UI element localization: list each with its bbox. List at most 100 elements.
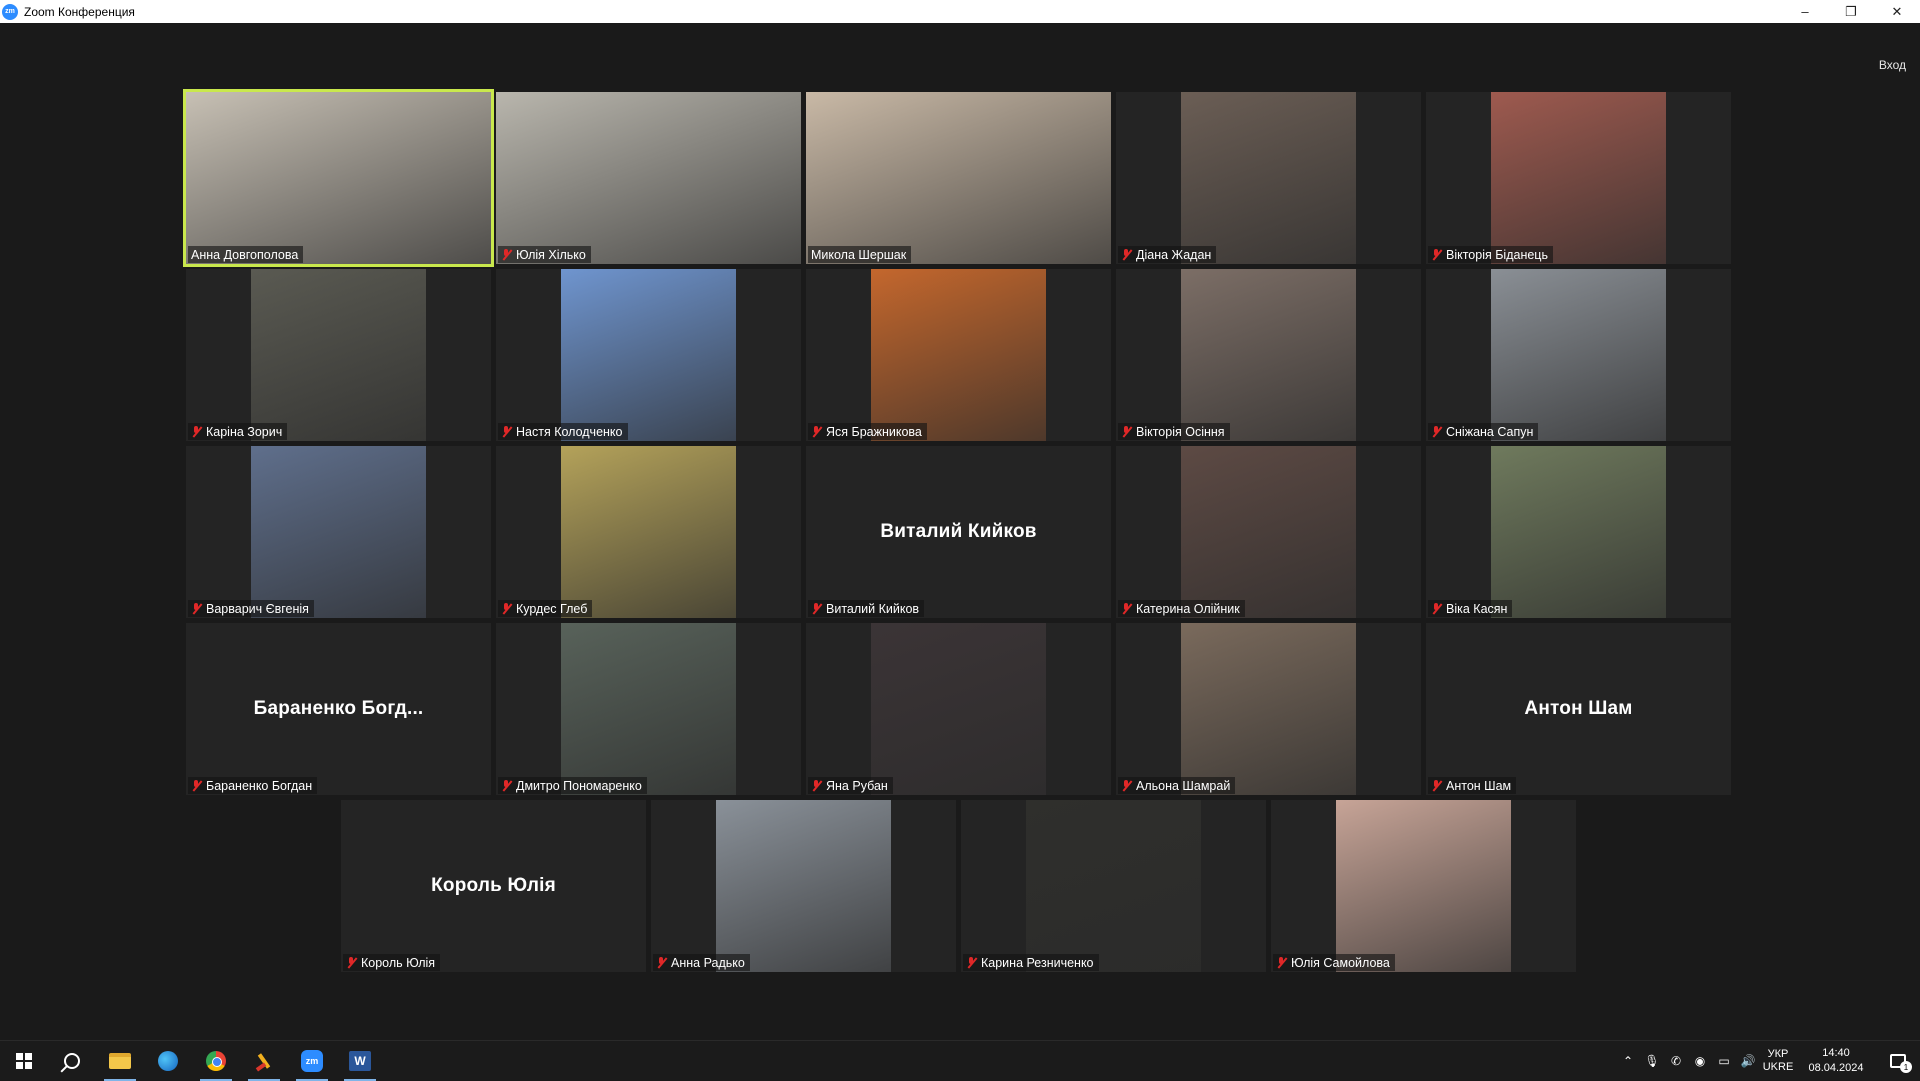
microphone-icon[interactable]: 🎙: [1640, 1041, 1664, 1081]
muted-mic-icon: [966, 956, 977, 969]
notifications-button[interactable]: 1: [1876, 1041, 1920, 1081]
participant-name: Альона Шамрай: [1136, 778, 1231, 793]
participant-tile[interactable]: Антон Шам Антон Шам: [1426, 623, 1731, 795]
participant-nameplate: Катерина Олійник: [1118, 600, 1245, 617]
taskbar-explorer-button[interactable]: [96, 1041, 144, 1081]
participant-nameplate: Бараненко Богдан: [188, 777, 318, 794]
muted-mic-icon: [1431, 779, 1442, 792]
participant-tile[interactable]: Анна Радько: [651, 800, 956, 972]
network-icon[interactable]: ▭: [1712, 1041, 1736, 1081]
participant-name: Курдес Глеб: [516, 601, 588, 616]
search-icon: [64, 1052, 80, 1069]
participant-nameplate: Виталий Кийков: [808, 600, 925, 617]
app-icon[interactable]: ◉: [1688, 1041, 1712, 1081]
participant-tile[interactable]: Яна Рубан: [806, 623, 1111, 795]
participant-tile[interactable]: Вікторія Біданець: [1426, 92, 1731, 264]
zoom-icon: zm: [301, 1049, 323, 1072]
participant-name: Бараненко Богдан: [206, 778, 313, 793]
participant-name: Король Юлія: [361, 955, 436, 970]
participant-tile[interactable]: Дмитро Пономаренко: [496, 623, 801, 795]
viber-icon[interactable]: ✆: [1664, 1041, 1688, 1081]
taskbar-word-button[interactable]: W: [336, 1041, 384, 1081]
participant-tile[interactable]: Юлія Хілько: [496, 92, 801, 264]
muted-mic-icon: [1121, 602, 1132, 615]
participant-video: [806, 92, 1111, 264]
participant-name: Діана Жадан: [1136, 247, 1212, 262]
taskbar-browser-button[interactable]: [144, 1041, 192, 1081]
participant-tile[interactable]: Діана Жадан: [1116, 92, 1421, 264]
participant-tile[interactable]: Настя Колодченко: [496, 269, 801, 441]
participant-name: Микола Шершак: [811, 247, 907, 262]
participant-tile[interactable]: Микола Шершак: [806, 92, 1111, 264]
clock[interactable]: 14:40 08.04.2024: [1796, 1046, 1876, 1076]
participant-nameplate: Король Юлія: [343, 954, 441, 971]
participant-video: [1491, 446, 1666, 618]
participant-video: [251, 269, 426, 441]
window-title-bar: zm Zoom Конференция – ❐ ✕: [0, 0, 1920, 23]
participant-tile[interactable]: Катерина Олійник: [1116, 446, 1421, 618]
participant-name: Катерина Олійник: [1136, 601, 1240, 616]
participant-tile[interactable]: Вікторія Осіння: [1116, 269, 1421, 441]
muted-mic-icon: [811, 425, 822, 438]
muted-mic-icon: [501, 779, 512, 792]
participant-display-name: Бараненко Богд...: [253, 698, 424, 719]
participant-tile[interactable]: Анна Довгополова: [183, 89, 494, 267]
edge-icon: [158, 1050, 178, 1071]
participant-tile[interactable]: Варварич Євгенія: [186, 446, 491, 618]
participant-tile[interactable]: Сніжана Сапун: [1426, 269, 1731, 441]
participant-tile[interactable]: Юлія Самойлова: [1271, 800, 1576, 972]
close-button[interactable]: ✕: [1874, 0, 1920, 23]
participant-tile[interactable]: Король Юлія Король Юлія: [341, 800, 646, 972]
sign-in-link[interactable]: Вход: [1879, 58, 1906, 72]
participant-tile[interactable]: Каріна Зорич: [186, 269, 491, 441]
participant-tile[interactable]: Бараненко Богд... Бараненко Богдан: [186, 623, 491, 795]
language-bottom: UKRE: [1762, 1061, 1794, 1073]
participant-tile[interactable]: Віка Касян: [1426, 446, 1731, 618]
participant-name: Юлія Самойлова: [1291, 955, 1390, 970]
participant-name: Варварич Євгенія: [206, 601, 309, 616]
notification-count: 1: [1900, 1061, 1912, 1073]
participant-name: Яна Рубан: [826, 778, 888, 793]
participant-nameplate: Каріна Зорич: [188, 423, 288, 440]
muted-mic-icon: [501, 602, 512, 615]
participant-video: [251, 446, 426, 618]
participant-nameplate: Анна Радько: [653, 954, 750, 971]
participant-nameplate: Карина Резниченко: [963, 954, 1099, 971]
windows-start-icon: [16, 1052, 32, 1069]
participant-tile[interactable]: Яся Бражникова: [806, 269, 1111, 441]
participant-tile[interactable]: Карина Резниченко: [961, 800, 1266, 972]
participant-name: Віка Касян: [1446, 601, 1508, 616]
participant-nameplate: Віка Касян: [1428, 600, 1513, 617]
participant-nameplate: Юлія Самойлова: [1273, 954, 1395, 971]
windows-start-button[interactable]: [0, 1041, 48, 1081]
tool-icon: [254, 1051, 274, 1071]
participant-name: Сніжана Сапун: [1446, 424, 1534, 439]
volume-icon[interactable]: 🔊: [1736, 1041, 1760, 1081]
participant-tile[interactable]: Альона Шамрай: [1116, 623, 1421, 795]
muted-mic-icon: [1121, 248, 1132, 261]
participant-name: Антон Шам: [1446, 778, 1512, 793]
participant-name: Вікторія Біданець: [1446, 247, 1548, 262]
participant-video: [1181, 269, 1356, 441]
minimize-button[interactable]: –: [1782, 0, 1828, 23]
chevron-up-icon[interactable]: ⌃: [1616, 1041, 1640, 1081]
taskbar-search-button[interactable]: [48, 1041, 96, 1081]
language-indicator[interactable]: УКР UKRE: [1760, 1048, 1796, 1074]
taskbar-tool-button[interactable]: [240, 1041, 288, 1081]
windows-taskbar: zm W ⌃ 🎙 ✆ ◉ ▭ 🔊 УКР UKRE 14:40 08.04.20…: [0, 1040, 1920, 1081]
muted-mic-icon: [191, 425, 202, 438]
participant-nameplate: Вікторія Біданець: [1428, 246, 1553, 263]
participant-video: [561, 269, 736, 441]
taskbar-zoom-button[interactable]: zm: [288, 1041, 336, 1081]
participant-tile[interactable]: Курдес Глеб: [496, 446, 801, 618]
restore-button[interactable]: ❐: [1828, 0, 1874, 23]
participant-video: [1181, 92, 1356, 264]
muted-mic-icon: [1121, 425, 1132, 438]
muted-mic-icon: [501, 248, 512, 261]
participant-nameplate: Сніжана Сапун: [1428, 423, 1539, 440]
participant-nameplate: Діана Жадан: [1118, 246, 1217, 263]
participant-name: Анна Радько: [671, 955, 745, 970]
participant-tile[interactable]: Виталий Кийков Виталий Кийков: [806, 446, 1111, 618]
muted-mic-icon: [191, 602, 202, 615]
taskbar-chrome-button[interactable]: [192, 1041, 240, 1081]
